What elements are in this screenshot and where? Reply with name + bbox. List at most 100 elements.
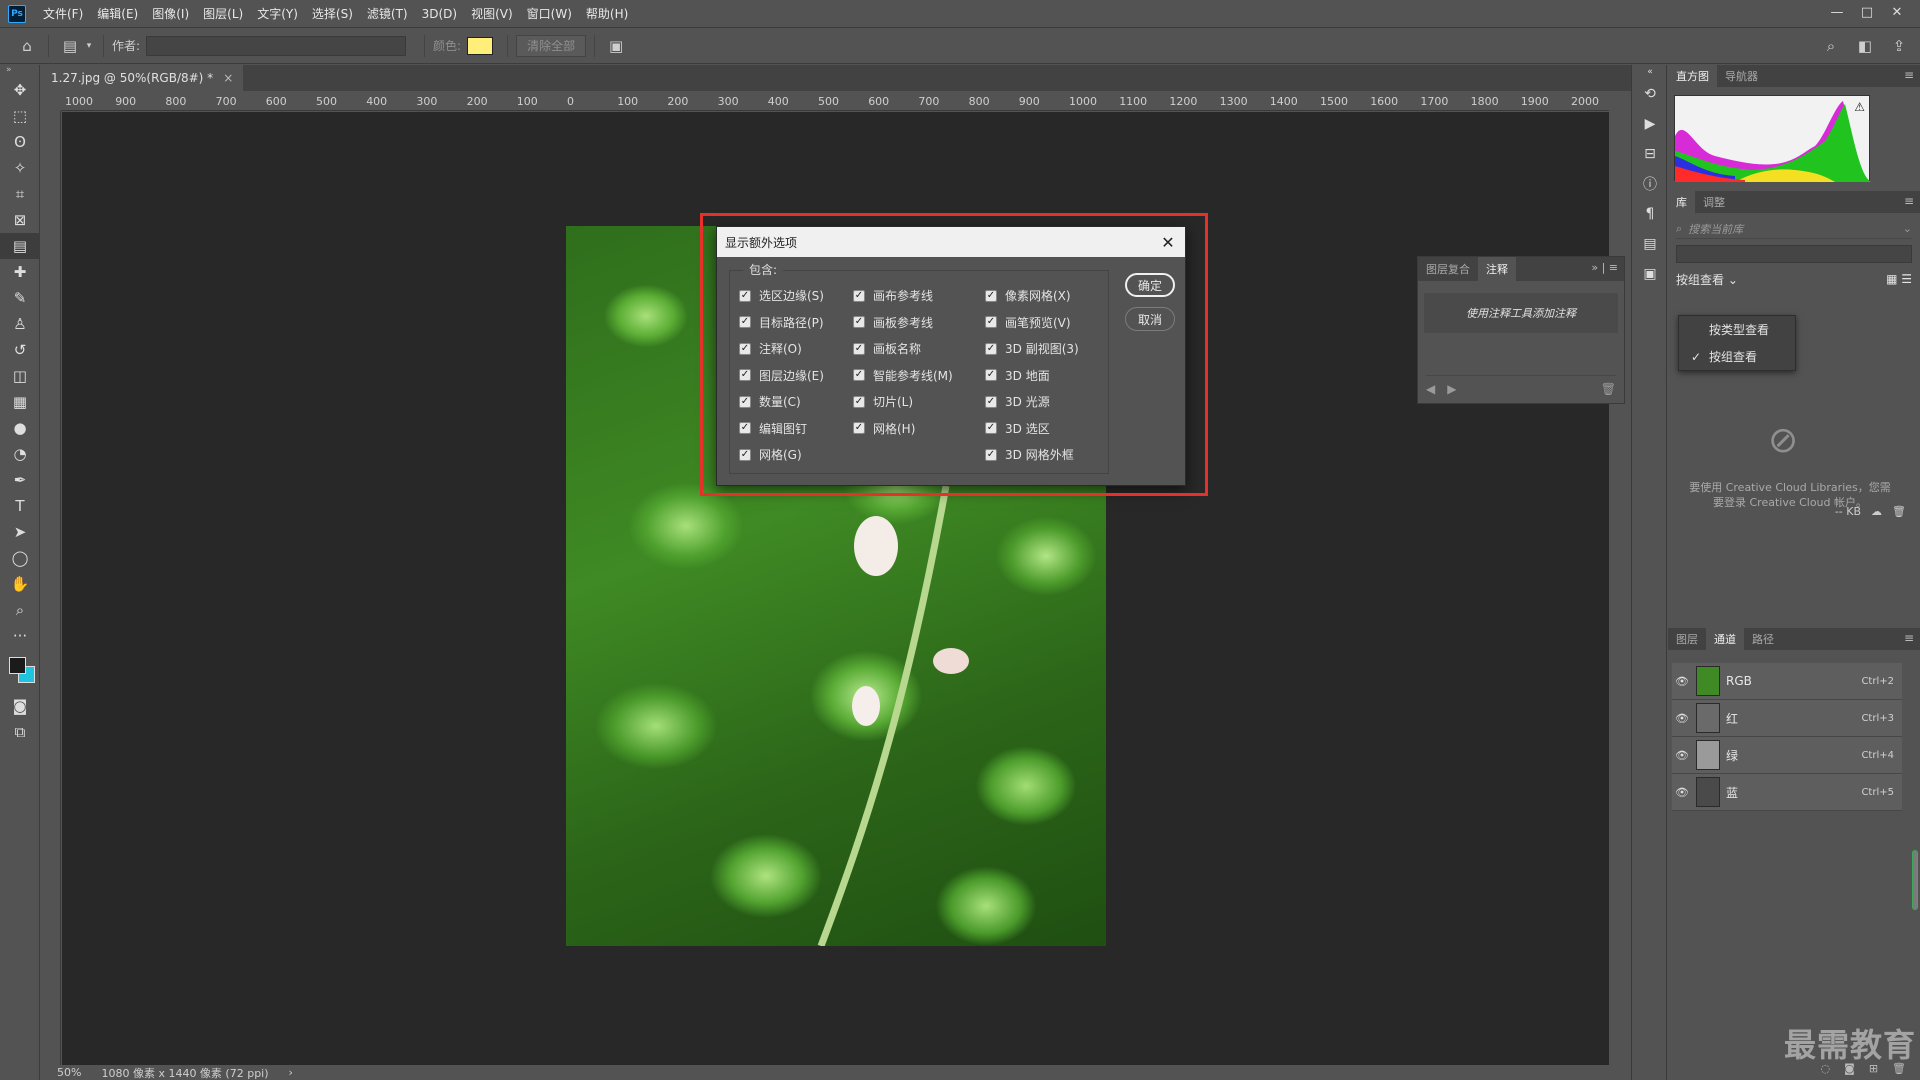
extras-checkbox-item[interactable]: ✓ 图层边缘(E) [739,367,824,384]
menu-item-view-by-type[interactable]: 按类型查看 [1679,316,1795,343]
menu-item[interactable]: 编辑(E) [90,0,145,28]
eye-icon[interactable]: 👁 [1672,712,1692,725]
menu-item[interactable]: 3D(D) [415,0,464,28]
horizontal-ruler[interactable]: 1000 900 800 700 600 500 400 300 200 100 0 100 200 30… [61,91,1609,111]
menu-item[interactable]: 选择(S) [305,0,360,28]
previous-note-icon[interactable]: ◀ [1426,382,1435,396]
menu-item-view-by-group[interactable]: ✓ 按组查看 [1679,343,1795,370]
menu-item[interactable]: 图层(L) [196,0,250,28]
document-tab[interactable]: 1.27.jpg @ 50%(RGB/8#) * × [41,65,244,91]
chevron-down-icon[interactable]: ▾ [83,34,95,58]
checkbox-checked-icon[interactable]: ✓ [985,395,997,408]
blur-tool-icon[interactable]: ● [0,415,40,441]
checkbox-checked-icon[interactable]: ✓ [739,422,751,434]
menu-item[interactable]: 文字(Y) [250,0,305,28]
checkbox-checked-icon[interactable]: ✓ [853,395,865,408]
note-color-swatch[interactable] [467,36,494,55]
view-by-group-dropdown[interactable]: 按组查看 ⌄ [1676,271,1738,288]
tab-navigator[interactable]: 导航器 [1717,65,1766,87]
extras-checkbox-item[interactable]: ✓ 3D 光源 [985,393,1050,410]
magic-wand-tool-icon[interactable]: ✧ [0,155,40,181]
history-brush-tool-icon[interactable]: ↺ [0,337,40,363]
workspace-icon[interactable]: ◧ [1852,34,1878,58]
extras-checkbox-item[interactable]: ✓ 选区边缘(S) [739,287,824,304]
checkbox-checked-icon[interactable]: ✓ [853,369,865,381]
brush-tool-icon[interactable]: ✎ [0,285,40,311]
note-tool-icon[interactable]: ▤ [0,233,40,259]
tab-adjustments[interactable]: 调整 [1695,191,1733,213]
checkbox-checked-icon[interactable]: ✓ [985,422,997,434]
lasso-tool-icon[interactable]: ʘ [0,129,40,155]
tab-layer-comps[interactable]: 图层复合 [1418,257,1478,281]
extras-checkbox-item[interactable]: ✓ 3D 地面 [985,367,1050,384]
search-icon[interactable]: ⌕ [1818,34,1844,58]
checkbox-checked-icon[interactable]: ✓ [985,342,997,355]
collapse-icon[interactable]: » [0,65,39,77]
menu-item[interactable]: 视图(V) [464,0,520,28]
extras-checkbox-item[interactable]: ✓ 3D 网格外框 [985,446,1074,463]
tab-layers[interactable]: 图层 [1668,628,1706,650]
more-tools-icon[interactable]: ··· [0,623,40,649]
eraser-tool-icon[interactable]: ◫ [0,363,40,389]
checkbox-checked-icon[interactable]: ✓ [739,316,751,328]
vertical-ruler[interactable] [41,111,61,1066]
layer-comps-icon[interactable]: ▤ [1632,229,1668,259]
type-tool-icon[interactable]: T [0,493,40,519]
extras-checkbox-item[interactable]: ✓ 画布参考线 [853,287,933,304]
trash-icon[interactable]: 🗑 [1601,382,1616,396]
marquee-tool-icon[interactable]: ⬚ [0,103,40,129]
menu-item[interactable]: 窗口(W) [520,0,579,28]
panel-menu-icon[interactable]: » | ≡ [1591,261,1618,274]
extras-checkbox-item[interactable]: ✓ 目标路径(P) [739,314,824,331]
checkbox-checked-icon[interactable]: ✓ [853,289,865,302]
dodge-tool-icon[interactable]: ◔ [0,441,40,467]
channel-row[interactable]: 👁 蓝 Ctrl+5 [1672,774,1902,811]
extras-checkbox-item[interactable]: ✓ 3D 选区 [985,420,1050,437]
close-tab-icon[interactable]: × [223,71,233,85]
extras-checkbox-item[interactable]: ✓ 画板名称 [853,340,921,357]
channel-row[interactable]: 👁 红 Ctrl+3 [1672,700,1902,737]
crop-tool-icon[interactable]: ⌗ [0,181,40,207]
path-selection-tool-icon[interactable]: ➤ [0,519,40,545]
library-select[interactable] [1676,245,1912,263]
warning-icon[interactable]: ⚠ [1854,100,1865,114]
eye-icon[interactable]: 👁 [1672,786,1692,799]
checkbox-checked-icon[interactable]: ✓ [853,342,865,355]
checkbox-checked-icon[interactable]: ✓ [853,316,865,328]
close-icon[interactable]: ✕ [1159,233,1177,252]
properties-icon[interactable]: ⊟ [1632,139,1668,169]
checkbox-checked-icon[interactable]: ✓ [985,448,997,461]
tab-paths[interactable]: 路径 [1744,628,1782,650]
menu-item[interactable]: 滤镜(T) [360,0,415,28]
panel-menu-icon[interactable]: ≡ [1904,194,1914,208]
gradient-tool-icon[interactable]: ▦ [0,389,40,415]
checkbox-checked-icon[interactable]: ✓ [739,342,751,355]
trash-icon[interactable]: 🗑 [1892,505,1906,518]
channel-row[interactable]: 👁 绿 Ctrl+4 [1672,737,1902,774]
history-icon[interactable]: ⟲ [1632,79,1668,109]
tab-libraries[interactable]: 库 [1668,191,1695,213]
paragraph-icon[interactable]: ¶ [1632,199,1668,229]
home-icon[interactable]: ⌂ [14,34,40,58]
cancel-button[interactable]: 取消 [1125,307,1175,331]
clone-stamp-tool-icon[interactable]: ♙ [0,311,40,337]
extras-checkbox-item[interactable]: ✓ 3D 副视图(3) [985,340,1079,357]
share-icon[interactable]: ⇪ [1886,34,1912,58]
note-tool-preset-icon[interactable]: ▤ [57,34,83,58]
quick-mask-icon[interactable]: ◙ [0,693,40,719]
tab-channels[interactable]: 通道 [1706,628,1744,650]
extras-checkbox-item[interactable]: ✓ 切片(L) [853,393,913,410]
panel-menu-icon[interactable]: ≡ [1904,631,1914,645]
checkbox-checked-icon[interactable]: ✓ [985,289,997,302]
extras-checkbox-item[interactable]: ✓ 注释(O) [739,340,802,357]
extras-checkbox-item[interactable]: ✓ 网格(H) [853,420,915,437]
frame-tool-icon[interactable]: ⊠ [0,207,40,233]
clear-all-button[interactable]: 清除全部 [516,34,587,57]
channel-row[interactable]: 👁 RGB Ctrl+2 [1672,663,1902,700]
checkbox-checked-icon[interactable]: ✓ [739,369,751,381]
extras-checkbox-item[interactable]: ✓ 数量(C) [739,393,801,410]
healing-brush-tool-icon[interactable]: ✚ [0,259,40,285]
extras-checkbox-item[interactable]: ✓ 智能参考线(M) [853,367,953,384]
extras-checkbox-item[interactable]: ✓ 像素网格(X) [985,287,1071,304]
checkbox-checked-icon[interactable]: ✓ [985,316,997,328]
